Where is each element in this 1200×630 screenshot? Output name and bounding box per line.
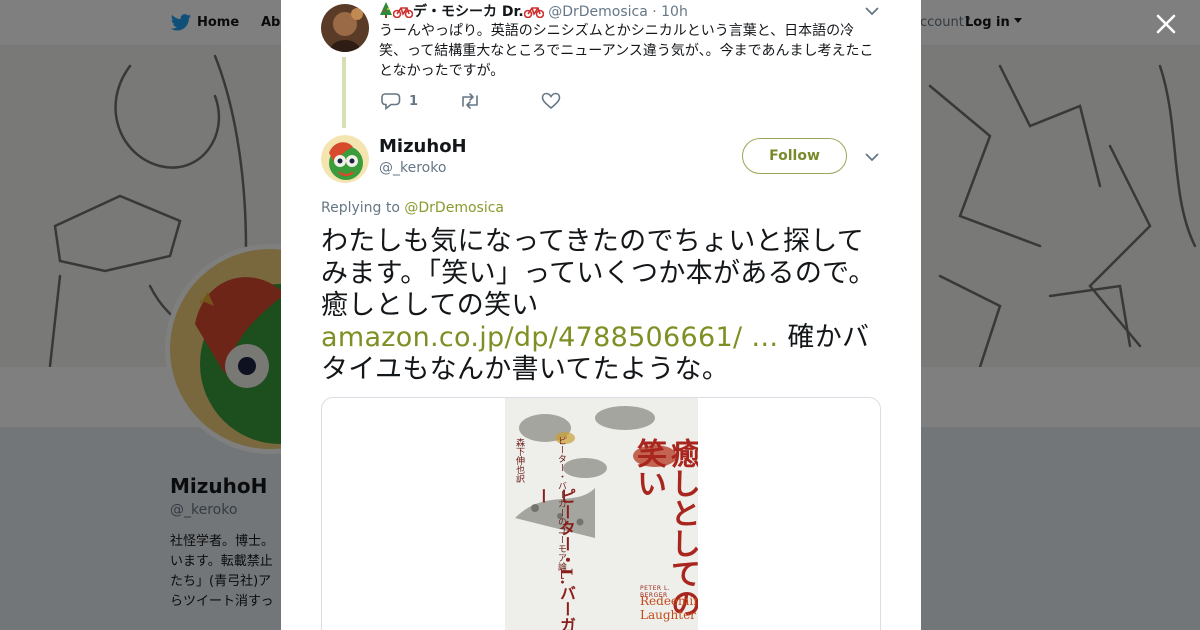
book-translator: 森下伸也訳 [514,438,524,483]
user-photo-image [321,4,369,52]
parent-display-name[interactable]: デ・モシーカ Dr. [413,4,524,20]
chevron-down-icon[interactable] [865,6,879,16]
book-subtitle-ja: ピーター・バーガーのユーモア論 [556,436,566,571]
reply-count: 1 [409,94,419,109]
link-preview-card[interactable]: 癒しとしての笑い ピーター・L.バーガー ピーター・バーガーのユーモア論 森下伸… [321,397,881,630]
tweet-author-handle[interactable]: @_keroko [379,160,446,176]
bicycle-icon [393,7,413,18]
thread-connector-line [342,57,346,128]
replying-to-label: Replying to [321,200,400,216]
tweet-link[interactable]: amazon.co.jp/dp/4788506661/ … [321,322,779,353]
book-title-en-2: Laughter [640,608,696,622]
tweet-text-body: わたしも気になってきたのでちょいと探してみます。「笑い」っていくつか本があるので… [321,226,876,321]
tweet-text: わたしも気になってきたのでちょいと探してみます。「笑い」っていくつか本があるので… [321,226,881,386]
parent-tweet-avatar[interactable] [321,4,369,52]
like-heart-icon[interactable] [541,92,561,110]
book-author-ja: ピーター・L.バーガー [533,488,576,630]
parent-tweet-header: デ・モシーカ Dr. @DrDemosica · 10h [379,2,688,21]
book-title-en-1: Redeeming [640,594,698,608]
parent-timestamp[interactable]: · 10h [652,4,688,20]
tweet-author-name[interactable]: MizuhoH [379,136,467,157]
chevron-down-icon[interactable] [865,152,879,162]
replying-to-line: Replying to @DrDemosica [321,200,504,216]
bicycle-icon [523,7,544,18]
tweet-modal: デ・モシーカ Dr. @DrDemosica · 10h うーんやっぱり。英語の… [281,0,921,630]
reply-icon[interactable] [381,92,401,110]
parent-handle[interactable]: @DrDemosica [548,4,648,20]
frog-character-avatar-image [321,135,369,183]
parent-tweet-actions: 1 [381,92,681,112]
book-cover-image: 癒しとしての笑い ピーター・L.バーガー ピーター・バーガーのユーモア論 森下伸… [505,398,698,630]
tweet-author-avatar[interactable] [321,135,369,183]
parent-tweet-text: うーんやっぱり。英語のシニシズムとかシニカルという言葉と、日本語の冷笑、って結構… [379,23,874,79]
replying-to-link[interactable]: @DrDemosica [404,200,504,216]
follow-button[interactable]: Follow [742,138,847,174]
close-icon[interactable] [1153,11,1179,37]
christmas-tree-icon [380,2,392,18]
retweet-icon[interactable] [459,92,481,110]
